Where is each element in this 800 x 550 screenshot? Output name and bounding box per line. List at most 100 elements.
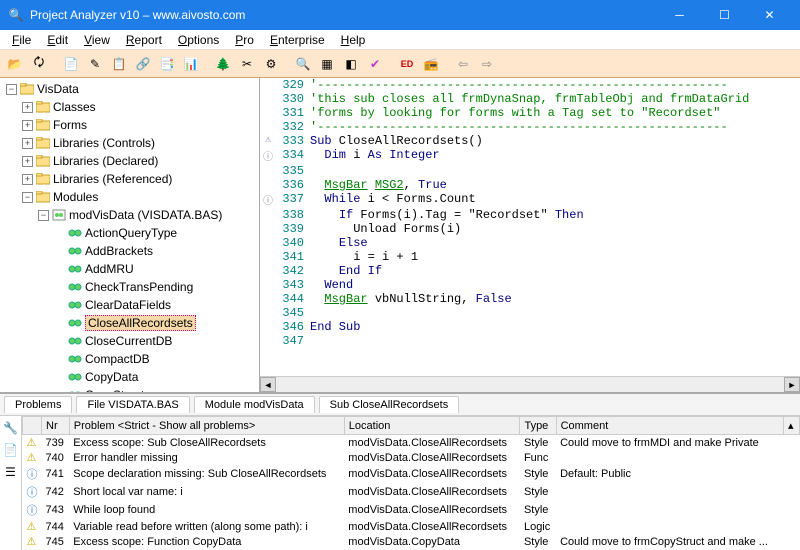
code-line[interactable]: 340 Else — [260, 236, 800, 250]
check-icon[interactable]: ✔ — [364, 53, 386, 75]
menu-report[interactable]: Report — [118, 31, 170, 49]
tool-icon[interactable]: ▦ — [316, 53, 338, 75]
code-line[interactable]: 338 If Forms(i).Tag = "Recordset" Then — [260, 208, 800, 222]
tool-icon[interactable]: 📋 — [108, 53, 130, 75]
tool-icon[interactable]: 📊 — [180, 53, 202, 75]
tree-proc[interactable]: CopyData — [50, 368, 257, 386]
project-tree[interactable]: −VisData+Classes+Forms+Libraries (Contro… — [0, 78, 260, 392]
tree-module[interactable]: −modVisData (VISDATA.BAS) — [34, 206, 257, 224]
tree-icon[interactable]: 🌲 — [212, 53, 234, 75]
tool-icon[interactable]: ◧ — [340, 53, 362, 75]
refresh-icon[interactable]: 🗘 — [28, 53, 50, 75]
bottom-tabs: ProblemsFile VISDATA.BAS Module modVisDat… — [0, 394, 800, 416]
problem-row[interactable]: ⓘ741Scope declaration missing: Sub Close… — [23, 465, 800, 483]
code-line[interactable]: 346End Sub — [260, 320, 800, 334]
code-line[interactable]: 344 MsgBar vbNullString, False — [260, 292, 800, 306]
tool-icon[interactable]: ED — [396, 53, 418, 75]
tool-icon[interactable]: 📄 — [60, 53, 82, 75]
problems-panel: ProblemsFile VISDATA.BAS Module modVisDat… — [0, 392, 800, 550]
code-line[interactable]: 336 MsgBar MSG2, True — [260, 178, 800, 192]
tool-icon[interactable]: 📻 — [420, 53, 442, 75]
tree-proc[interactable]: CompactDB — [50, 350, 257, 368]
code-line[interactable]: 335 — [260, 164, 800, 178]
menu-help[interactable]: Help — [333, 31, 374, 49]
code-line[interactable]: ⚠333Sub CloseAllRecordsets() — [260, 134, 800, 148]
code-line[interactable]: 343 Wend — [260, 278, 800, 292]
search-icon[interactable]: 🔍 — [292, 53, 314, 75]
title-bar: 🔍 Project Analyzer v10 – www.aivosto.com… — [0, 0, 800, 30]
horizontal-scrollbar[interactable]: ◄ ► — [260, 376, 800, 392]
bottom-tab[interactable]: Module modVisData — [194, 396, 315, 413]
tree-proc[interactable]: ActionQueryType — [50, 224, 257, 242]
menu-view[interactable]: View — [76, 31, 118, 49]
tool-icon[interactable]: ⚙ — [260, 53, 282, 75]
problem-row[interactable]: ⚠744Variable read before written (along … — [23, 519, 800, 534]
close-button[interactable]: ✕ — [747, 0, 792, 30]
tool-icon[interactable]: ✂ — [236, 53, 258, 75]
tool-icon[interactable]: 🔗 — [132, 53, 154, 75]
tree-folder[interactable]: +Libraries (Controls) — [18, 134, 257, 152]
problem-row[interactable]: ⚠745Excess scope: Function CopyDatamodVi… — [23, 534, 800, 549]
tree-folder[interactable]: +Libraries (Referenced) — [18, 170, 257, 188]
toolbar: 📂 🗘 📄 ✎ 📋 🔗 📑 📊 🌲 ✂ ⚙ 🔍 ▦ ◧ ✔ ED 📻 ⇦ ⇨ — [0, 50, 800, 78]
menu-file[interactable]: File — [4, 31, 39, 49]
tree-root[interactable]: −VisData — [2, 80, 257, 98]
problem-row[interactable]: ⓘ743While loop foundmodVisData.CloseAllR… — [23, 501, 800, 519]
code-line[interactable]: 330'this sub closes all frmDynaSnap, frm… — [260, 92, 800, 106]
problem-row[interactable]: ⚠740Error handler missingmodVisData.Clos… — [23, 450, 800, 465]
tool-icon[interactable]: ✎ — [84, 53, 106, 75]
problems-table[interactable]: NrProblem <Strict - Show all problems>Lo… — [22, 416, 800, 550]
bottom-tab[interactable]: File VISDATA.BAS — [76, 396, 189, 413]
code-line[interactable]: 347 — [260, 334, 800, 348]
problem-row[interactable]: ⓘ742Short local var name: imodVisData.Cl… — [23, 483, 800, 501]
tree-proc[interactable]: ClearDataFields — [50, 296, 257, 314]
column-header[interactable]: Comment — [556, 417, 783, 435]
bottom-tab[interactable]: Sub CloseAllRecordsets — [319, 396, 460, 413]
forward-icon[interactable]: ⇨ — [476, 53, 498, 75]
code-line[interactable]: 342 End If — [260, 264, 800, 278]
menu-pro[interactable]: Pro — [227, 31, 262, 49]
export-icon[interactable]: 📄 — [3, 442, 19, 458]
scroll-up-icon[interactable]: ▴ — [784, 417, 800, 435]
code-line[interactable]: 341 i = i + 1 — [260, 250, 800, 264]
code-line[interactable]: 329'------------------------------------… — [260, 78, 800, 92]
tree-proc[interactable]: AddBrackets — [50, 242, 257, 260]
scroll-left-icon[interactable]: ◄ — [260, 377, 276, 392]
tool-icon[interactable]: 📑 — [156, 53, 178, 75]
maximize-button[interactable]: ☐ — [702, 0, 747, 30]
bottom-tab[interactable]: Problems — [4, 396, 72, 413]
tree-proc[interactable]: CheckTransPending — [50, 278, 257, 296]
menu-options[interactable]: Options — [170, 31, 227, 49]
menu-edit[interactable]: Edit — [39, 31, 76, 49]
problems-sidebar: 🔧 📄 ☰ — [0, 416, 22, 550]
minimize-button[interactable]: ─ — [657, 0, 702, 30]
code-editor[interactable]: 329'------------------------------------… — [260, 78, 800, 376]
list-icon[interactable]: ☰ — [3, 464, 19, 480]
column-header[interactable]: Location — [344, 417, 520, 435]
code-line[interactable]: 332'------------------------------------… — [260, 120, 800, 134]
window-title: Project Analyzer v10 – www.aivosto.com — [30, 8, 657, 22]
column-header[interactable]: Type — [520, 417, 556, 435]
app-icon: 🔍 — [8, 7, 24, 23]
tree-folder[interactable]: +Forms — [18, 116, 257, 134]
code-pane: 329'------------------------------------… — [260, 78, 800, 392]
code-line[interactable]: 339 Unload Forms(i) — [260, 222, 800, 236]
tree-modules[interactable]: −Modules — [18, 188, 257, 206]
back-icon[interactable]: ⇦ — [452, 53, 474, 75]
tree-folder[interactable]: +Libraries (Declared) — [18, 152, 257, 170]
column-header[interactable]: Problem <Strict - Show all problems> — [69, 417, 344, 435]
open-icon[interactable]: 📂 — [4, 53, 26, 75]
code-line[interactable]: 345 — [260, 306, 800, 320]
tree-proc[interactable]: CloseAllRecordsets — [50, 314, 257, 332]
menu-enterprise[interactable]: Enterprise — [262, 31, 333, 49]
tree-proc[interactable]: AddMRU — [50, 260, 257, 278]
code-line[interactable]: ⓘ337 While i < Forms.Count — [260, 192, 800, 208]
scroll-right-icon[interactable]: ► — [784, 377, 800, 392]
tree-folder[interactable]: +Classes — [18, 98, 257, 116]
tree-proc[interactable]: CloseCurrentDB — [50, 332, 257, 350]
code-line[interactable]: ⓘ334 Dim i As Integer — [260, 148, 800, 164]
code-line[interactable]: 331'forms by looking for forms with a Ta… — [260, 106, 800, 120]
problem-row[interactable]: ⚠739Excess scope: Sub CloseAllRecordsets… — [23, 435, 800, 451]
column-header[interactable]: Nr — [42, 417, 70, 435]
filter-icon[interactable]: 🔧 — [3, 420, 19, 436]
